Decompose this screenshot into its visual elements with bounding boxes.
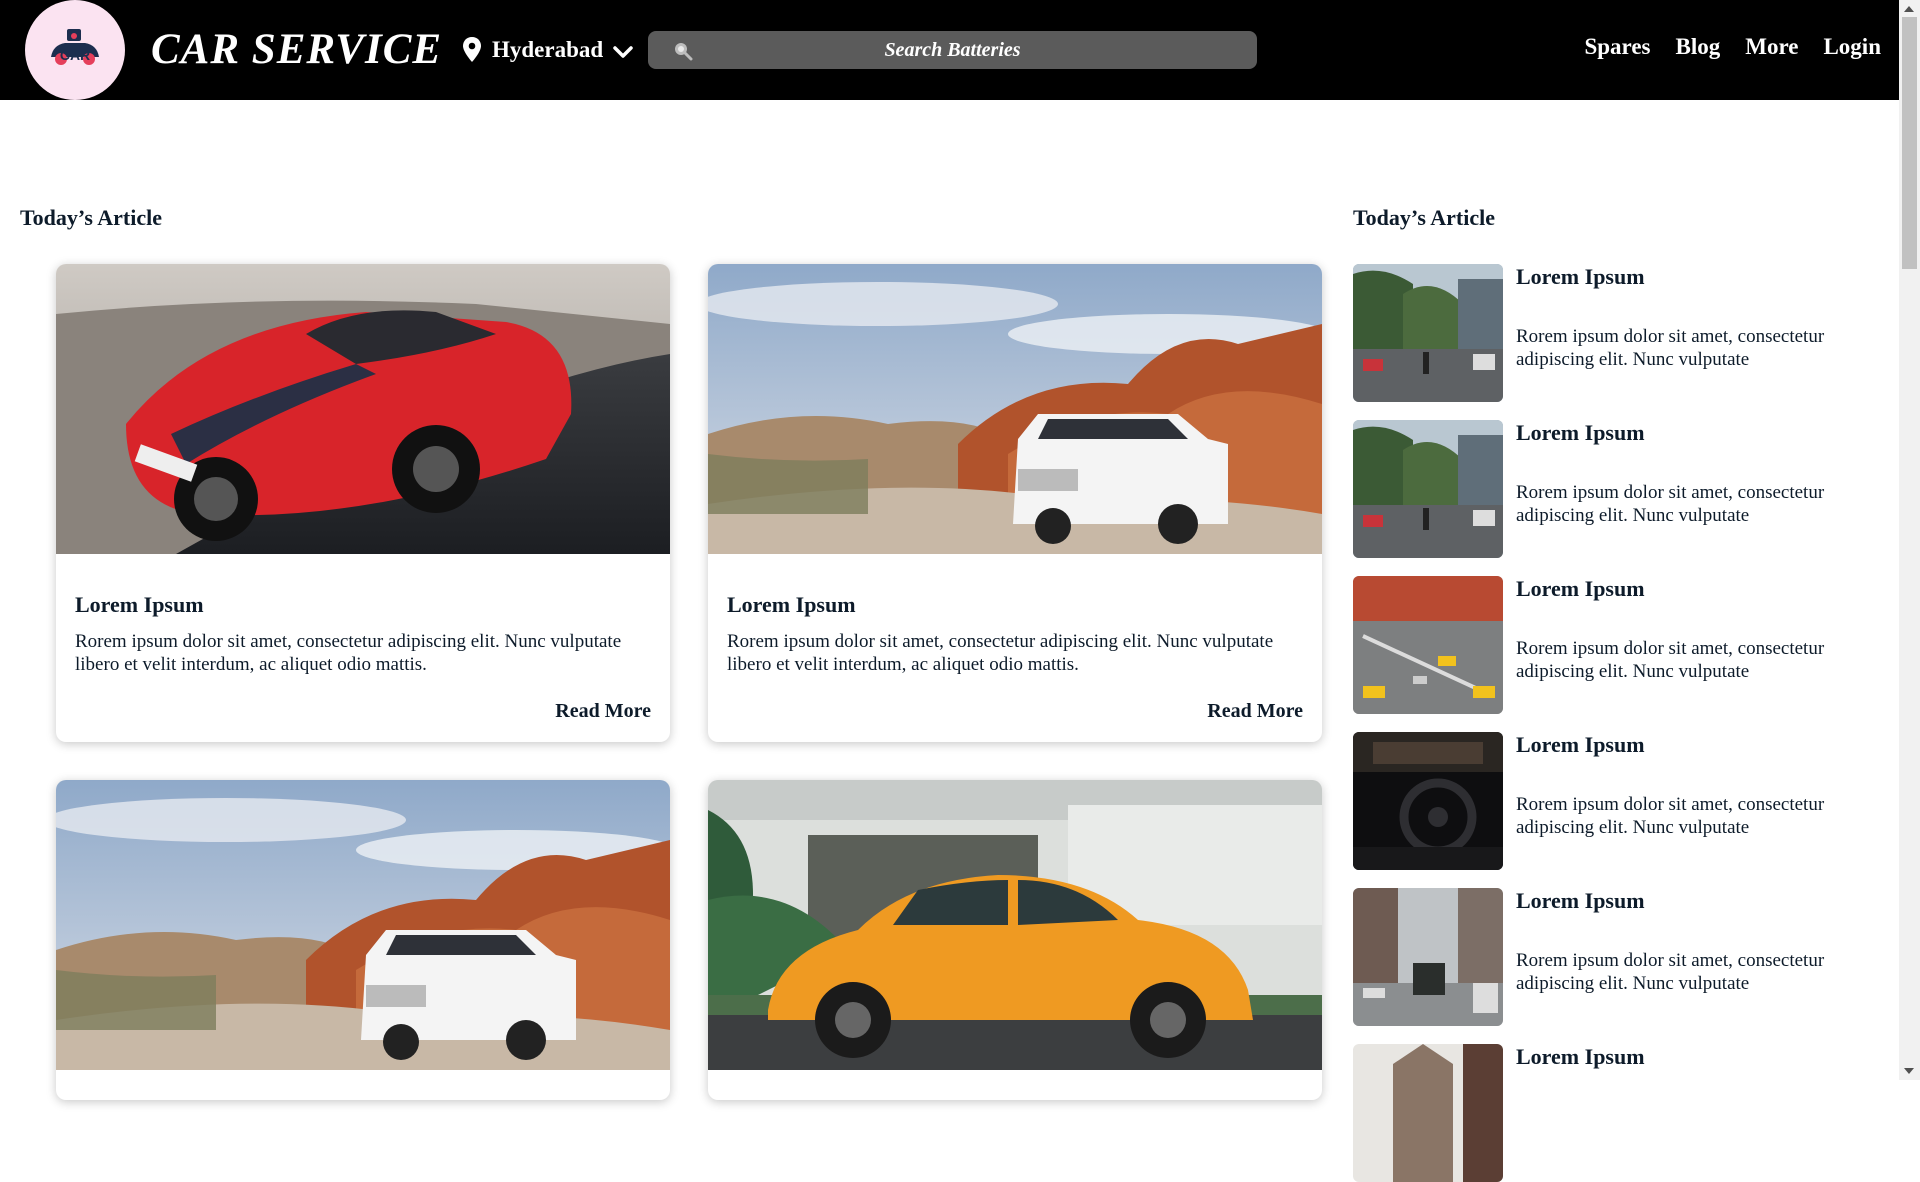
article-card[interactable]: Lorem Ipsum Rorem ipsum dolor sit amet, … (56, 264, 670, 742)
map-pin-icon (462, 37, 482, 63)
search-input[interactable] (648, 31, 1257, 69)
nav-login[interactable]: Login (1823, 34, 1881, 60)
location-label: Hyderabad (492, 37, 604, 62)
sidebar-article-title: Lorem Ipsum (1516, 576, 1645, 601)
car-logo-icon: CAR (51, 29, 99, 65)
card-title: Lorem Ipsum (75, 592, 204, 617)
orange-beetle-photo (708, 780, 1322, 1070)
search-icon[interactable] (673, 41, 693, 61)
location-selector[interactable]: Hyderabad (462, 32, 634, 68)
sidebar-article-excerpt: Rorem ipsum dolor sit amet, consectetur … (1516, 950, 1825, 994)
page-scrollbar[interactable] (1899, 0, 1920, 1080)
sidebar-article-item[interactable]: Lorem Ipsum Rorem ipsum dolor sit amet, … (1353, 888, 1873, 1026)
sidebar-article-item[interactable]: Lorem Ipsum Rorem ipsum dolor sit amet, … (1353, 576, 1873, 714)
top-navbar: CAR CAR SERVICE Hyderabad Spares Blog Mo… (0, 0, 1899, 100)
sidebar-article-item[interactable]: Lorem Ipsum Rorem ipsum dolor sit amet, … (1353, 420, 1873, 558)
logo[interactable]: CAR (25, 0, 125, 100)
sidebar-article-title: Lorem Ipsum (1516, 264, 1645, 289)
downtown-traffic-photo (1353, 888, 1503, 1026)
sidebar-article-excerpt: Rorem ipsum dolor sit amet, consectetur … (1516, 482, 1825, 526)
nav-spares[interactable]: Spares (1584, 34, 1650, 60)
sidebar-article-excerpt: Rorem ipsum dolor sit amet, consectetur … (1516, 326, 1825, 370)
nav-more[interactable]: More (1745, 34, 1798, 60)
article-card[interactable] (56, 780, 670, 1100)
card-excerpt: Rorem ipsum dolor sit amet, consectetur … (727, 631, 1274, 675)
city-street-photo (1353, 264, 1503, 402)
read-more-link[interactable]: Read More (555, 700, 651, 723)
search-bar (648, 31, 1257, 69)
card-title: Lorem Ipsum (727, 592, 856, 617)
nav-blog[interactable]: Blog (1676, 34, 1721, 60)
taxi-intersection-photo (1353, 576, 1503, 714)
svg-text:CAR: CAR (60, 47, 90, 63)
sidebar-article-item[interactable]: Lorem Ipsum Rorem ipsum dolor sit amet, … (1353, 264, 1873, 402)
car-interior-photo (1353, 732, 1503, 870)
article-card[interactable]: Lorem Ipsum Rorem ipsum dolor sit amet, … (708, 264, 1322, 742)
main-nav: Spares Blog More Login (1584, 34, 1881, 60)
sidebar-article-title: Lorem Ipsum (1516, 1044, 1645, 1069)
red-sports-car-photo (56, 264, 670, 554)
sidebar-section-title: Today’s Article (1353, 205, 1495, 230)
sidebar-article-title: Lorem Ipsum (1516, 420, 1645, 445)
sidebar-article-title: Lorem Ipsum (1516, 732, 1645, 757)
building-photo (1353, 1044, 1503, 1182)
card-excerpt: Rorem ipsum dolor sit amet, consectetur … (75, 631, 622, 675)
read-more-link[interactable]: Read More (1207, 700, 1303, 723)
sidebar-article-excerpt: Rorem ipsum dolor sit amet, consectetur … (1516, 638, 1825, 682)
article-card[interactable] (708, 780, 1322, 1100)
sidebar-article-excerpt: Rorem ipsum dolor sit amet, consectetur … (1516, 794, 1825, 838)
white-suv-desert-photo (56, 780, 670, 1070)
chevron-down-icon (603, 37, 634, 63)
main-section-title: Today’s Article (20, 205, 162, 230)
scroll-down-arrow-icon[interactable] (1904, 1068, 1914, 1074)
brand-name[interactable]: CAR SERVICE (151, 24, 442, 76)
scrollbar-thumb[interactable] (1902, 17, 1917, 269)
city-street-photo (1353, 420, 1503, 558)
scroll-up-arrow-icon[interactable] (1904, 6, 1914, 12)
sidebar-article-item[interactable]: Lorem Ipsum Rorem ipsum dolor sit amet, … (1353, 732, 1873, 870)
sidebar-article-title: Lorem Ipsum (1516, 888, 1645, 913)
sidebar-article-item[interactable]: Lorem Ipsum (1353, 1044, 1873, 1182)
white-suv-desert-photo (708, 264, 1322, 554)
